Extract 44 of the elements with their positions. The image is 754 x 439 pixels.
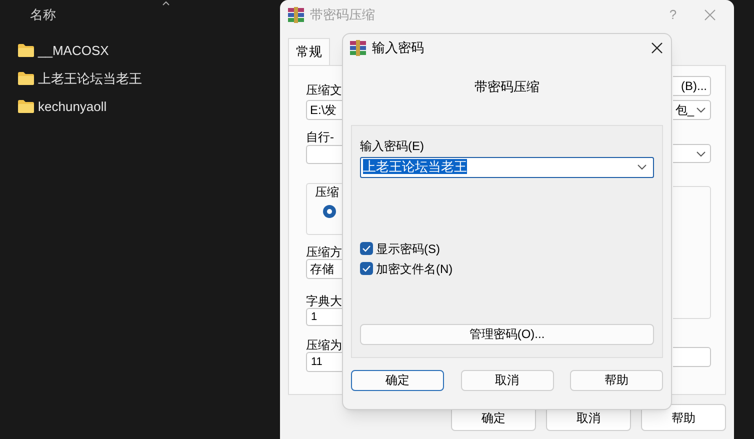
field-label: 自行- bbox=[306, 129, 335, 144]
checkbox[interactable] bbox=[360, 242, 373, 255]
split-field[interactable]: 11 bbox=[306, 352, 343, 372]
chevron-down-icon bbox=[637, 164, 647, 170]
method-field[interactable]: 存储 bbox=[306, 259, 343, 279]
profile-field[interactable] bbox=[306, 145, 343, 164]
archive-logo-icon bbox=[288, 7, 304, 23]
dialog-button[interactable]: 帮助 bbox=[641, 404, 726, 431]
split-size-field[interactable] bbox=[673, 347, 711, 367]
field-label: 输入密码(E) bbox=[360, 138, 425, 154]
folder-item[interactable]: kechunyaoll bbox=[18, 96, 280, 116]
folder-item[interactable]: __MACOSX bbox=[18, 40, 280, 60]
window-title: 带密码压缩 bbox=[310, 6, 376, 24]
manage-passwords-button[interactable]: 管理密码(O)... bbox=[360, 324, 654, 344]
field-label: 压缩为 bbox=[306, 337, 343, 352]
archive-field[interactable]: E:\发 bbox=[306, 100, 343, 120]
close-icon[interactable] bbox=[651, 42, 663, 54]
field-label: 压缩方 bbox=[306, 244, 343, 259]
radio-button[interactable] bbox=[323, 205, 336, 218]
checkbox[interactable] bbox=[360, 262, 373, 275]
dialog-heading: 带密码压缩 bbox=[474, 78, 540, 96]
sort-caret-icon bbox=[162, 1, 170, 6]
browse-button[interactable]: (B)... bbox=[673, 76, 711, 96]
window-title: 输入密码 bbox=[372, 39, 425, 58]
field-label: 压缩文 bbox=[306, 82, 343, 97]
tab[interactable]: 常规 bbox=[288, 38, 330, 65]
chevron-down-icon bbox=[696, 107, 706, 113]
dictionary-field[interactable]: 1 bbox=[306, 308, 343, 326]
folder-icon bbox=[18, 44, 34, 57]
password-combo[interactable]: 上老王论坛当老王 bbox=[360, 156, 654, 178]
dialog-button[interactable]: 帮助 bbox=[570, 370, 663, 390]
field-label: 字典大 bbox=[306, 293, 343, 308]
folder-icon bbox=[18, 100, 34, 113]
column-header[interactable]: 名称 bbox=[30, 5, 56, 24]
checkbox-label: 显示密码(S) bbox=[376, 240, 440, 258]
folder-item[interactable]: 上老王论坛当老王 bbox=[18, 68, 280, 88]
chevron-down-icon bbox=[696, 150, 706, 156]
checkbox-label: 加密文件名(N) bbox=[376, 260, 453, 278]
archive-name-combo[interactable]: 包_ bbox=[673, 100, 711, 120]
folder-icon bbox=[18, 72, 34, 85]
group-label: 压缩 bbox=[315, 184, 340, 201]
dialog-button[interactable]: 取消 bbox=[460, 370, 554, 390]
dialog-button[interactable]: 确定 bbox=[351, 370, 444, 390]
archive-logo-icon bbox=[350, 40, 366, 56]
